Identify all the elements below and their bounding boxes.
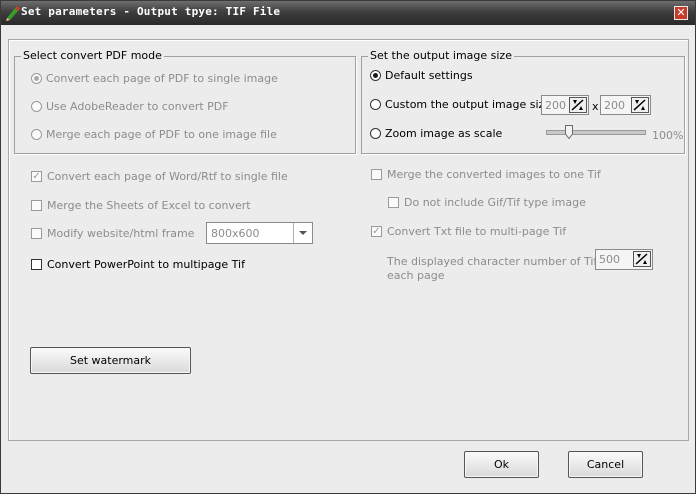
frame-size-value: 800x600	[211, 227, 260, 240]
frame-size-select[interactable]: 800x600	[206, 222, 313, 244]
chars-label-line2: each page	[387, 269, 445, 282]
chars-value: 500	[599, 253, 620, 266]
txt-multipage-checkbox[interactable]: ✓ Convert Txt file to multi-page Tif	[371, 225, 566, 238]
checkbox-icon	[31, 259, 42, 270]
radio-icon	[31, 101, 42, 112]
merge-option-label: Merge the converted images to one Tif	[387, 168, 601, 181]
spin-arrows-icon[interactable]	[633, 251, 651, 267]
ok-button[interactable]: Ok	[464, 451, 539, 478]
set-watermark-button[interactable]: Set watermark	[30, 347, 191, 374]
output-size-title: Set the output image size	[368, 49, 514, 62]
zoom-slider-track[interactable]	[546, 130, 646, 135]
pdf-option-label: Use AdobeReader to convert PDF	[46, 100, 229, 113]
pdf-option-single-image[interactable]: Convert each page of PDF to single image	[31, 72, 278, 85]
width-spinner[interactable]: 200	[541, 95, 589, 115]
zoom-scale-label: Zoom image as scale	[385, 127, 503, 140]
checkbox-icon	[31, 200, 42, 211]
checkmark-icon: ✓	[371, 226, 382, 237]
height-spinner[interactable]: 200	[600, 95, 651, 115]
excel-option-label: Merge the Sheets of Excel to convert	[47, 199, 251, 212]
pdf-option-adobereader[interactable]: Use AdobeReader to convert PDF	[31, 100, 229, 113]
chevron-down-icon[interactable]	[293, 223, 312, 243]
output-size-group: Set the output image size Default settin…	[361, 49, 685, 154]
dialog-body: Select convert PDF mode Convert each pag…	[8, 39, 689, 441]
chars-per-page-spinner[interactable]: 500	[595, 249, 653, 270]
txt-option-label: Convert Txt file to multi-page Tif	[387, 225, 567, 238]
radio-icon	[370, 70, 381, 81]
pencil-icon	[6, 6, 20, 21]
radio-icon	[31, 73, 42, 84]
merge-excel-sheets-checkbox[interactable]: Merge the Sheets of Excel to convert	[31, 199, 251, 212]
close-icon: ✕	[676, 6, 686, 19]
radio-icon	[370, 99, 381, 110]
exclude-gif-tif-checkbox[interactable]: Do not include Gif/Tif type image	[388, 196, 586, 209]
pdf-option-label: Convert each page of PDF to single image	[46, 72, 278, 85]
pdf-mode-group: Select convert PDF mode Convert each pag…	[14, 49, 356, 154]
default-settings-radio[interactable]: Default settings	[370, 69, 473, 82]
radio-icon	[370, 128, 381, 139]
powerpoint-multipage-checkbox[interactable]: Convert PowerPoint to multipage Tif	[31, 258, 245, 271]
checkbox-icon	[388, 197, 399, 208]
custom-size-radio[interactable]: Custom the output image size	[370, 98, 551, 111]
radio-icon	[31, 129, 42, 140]
custom-size-label: Custom the output image size	[385, 98, 552, 111]
spin-arrows-icon[interactable]	[631, 97, 649, 113]
window-title: Set parameters - Output tpye: TIF File	[21, 5, 281, 18]
checkbox-icon	[371, 169, 382, 180]
zoom-slider-thumb[interactable]	[564, 125, 573, 139]
pdf-option-label: Merge each page of PDF to one image file	[46, 128, 277, 141]
default-settings-label: Default settings	[385, 69, 473, 82]
checkbox-icon	[31, 228, 42, 239]
size-separator: x	[592, 100, 599, 113]
title-bar[interactable]: Set parameters - Output tpye: TIF File ✕	[1, 1, 695, 25]
word-option-label: Convert each page of Word/Rtf to single …	[47, 170, 288, 183]
word-to-single-file-checkbox[interactable]: ✓ Convert each page of Word/Rtf to singl…	[31, 170, 288, 183]
width-value: 200	[545, 99, 566, 112]
chars-per-page-label-line2: each page	[387, 269, 445, 282]
gif-option-label: Do not include Gif/Tif type image	[404, 196, 586, 209]
pdf-option-merge[interactable]: Merge each page of PDF to one image file	[31, 128, 277, 141]
frame-option-label: Modify website/html frame	[47, 227, 195, 240]
ppt-option-label: Convert PowerPoint to multipage Tif	[47, 258, 245, 271]
modify-html-frame-checkbox[interactable]: Modify website/html frame	[31, 227, 194, 240]
height-value: 200	[604, 99, 625, 112]
chars-per-page-label: The displayed character number of Tif	[387, 255, 597, 268]
close-button[interactable]: ✕	[674, 6, 688, 20]
zoom-scale-radio[interactable]: Zoom image as scale	[370, 127, 502, 140]
dialog-window: Set parameters - Output tpye: TIF File ✕…	[0, 0, 696, 494]
merge-to-one-tif-checkbox[interactable]: Merge the converted images to one Tif	[371, 168, 601, 181]
checkmark-icon: ✓	[31, 171, 42, 182]
chars-label-line1: The displayed character number of Tif	[387, 255, 598, 268]
cancel-button[interactable]: Cancel	[568, 451, 643, 478]
spin-arrows-icon[interactable]	[569, 97, 587, 113]
zoom-value: 100%	[652, 129, 684, 142]
pdf-mode-title: Select convert PDF mode	[21, 49, 164, 62]
